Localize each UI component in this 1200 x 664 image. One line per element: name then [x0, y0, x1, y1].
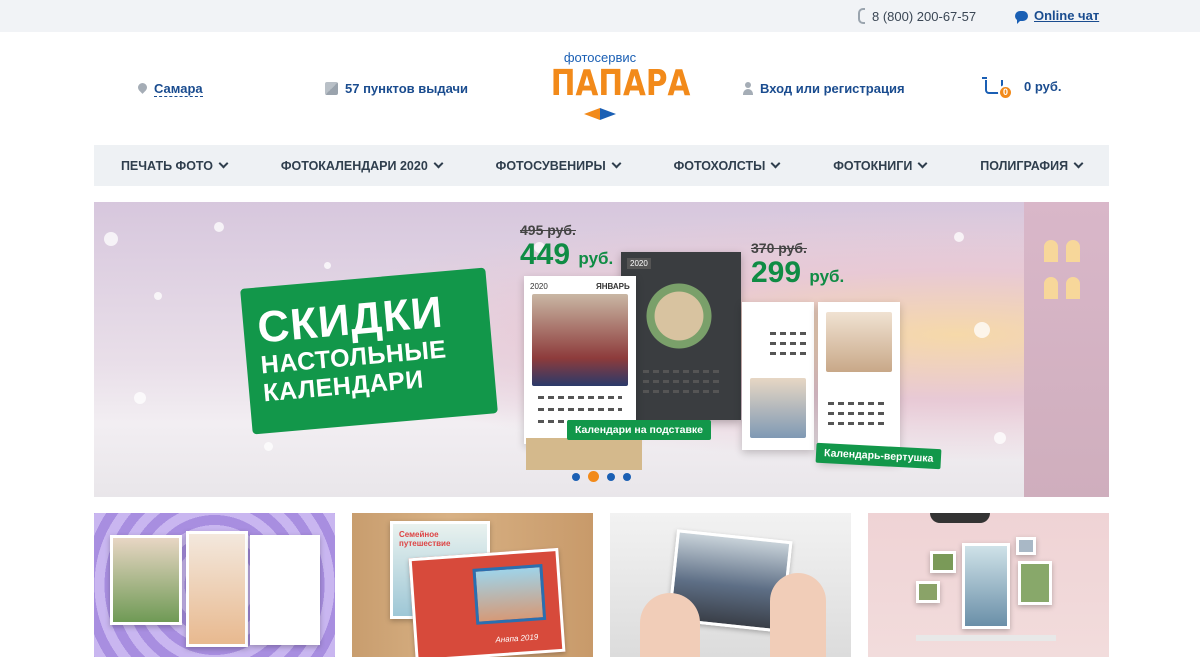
pickup-points-label: 57 пунктов выдачи [345, 81, 469, 96]
nav-label: ФОТОХОЛСТЫ [673, 158, 766, 173]
nav-item-calendars[interactable]: ФОТОКАЛЕНДАРИ 2020 [280, 158, 444, 173]
nav-label: ФОТОСУВЕНИРЫ [495, 158, 606, 173]
promo-label: СКИДКИ НАСТОЛЬНЫЕ КАЛЕНДАРИ [240, 267, 498, 435]
slider-dot[interactable] [607, 472, 615, 481]
nav-item-photobooks[interactable]: ФОТОКНИГИ [833, 158, 928, 173]
login-label: Вход или регистрация [760, 81, 905, 96]
logo[interactable]: фотосервис ПАПАРА [540, 50, 691, 120]
cart-button[interactable]: 0 0 руб. [982, 76, 1062, 100]
nav-label: ФОТОКАЛЕНДАРИ 2020 [280, 158, 428, 173]
slider-dot[interactable] [572, 472, 580, 481]
login-link[interactable]: Вход или регистрация [743, 81, 905, 96]
offer1-price: 495 руб. 449 руб. [520, 222, 613, 272]
chevron-down-icon [1073, 158, 1084, 169]
nav-label: ПЕЧАТЬ ФОТО [120, 158, 213, 173]
offer2-old-price: 370 руб. [751, 240, 807, 256]
photobook-subtitle: Анапа 2019 [495, 632, 539, 645]
slider-dot[interactable] [623, 472, 631, 481]
category-card-photo-print[interactable] [610, 513, 851, 657]
offer2-new-price: 299 [751, 256, 802, 289]
location-pin-icon [138, 83, 147, 95]
city-label: Самара [154, 81, 203, 97]
logo-name: ПАПАРА [550, 63, 691, 104]
flip-calendar-left [742, 302, 814, 450]
chevron-down-icon [770, 158, 781, 169]
chat-icon [1015, 10, 1028, 24]
online-chat-label: Online чат [1034, 8, 1100, 23]
offer1-new-price: 449 [520, 238, 571, 271]
flip-calendar-right [818, 302, 900, 462]
cart-icon: 0 [982, 76, 1013, 100]
slider-dot-active[interactable] [588, 471, 599, 482]
online-chat-link[interactable]: Online чат [1015, 8, 1100, 24]
category-card-canvases[interactable] [868, 513, 1109, 657]
house-decoration [1024, 202, 1109, 497]
nav-item-souvenirs[interactable]: ФОТОСУВЕНИРЫ [495, 158, 622, 173]
chevron-down-icon [917, 158, 928, 169]
offer2-label: Календарь-вертушка [815, 442, 942, 470]
phone-link[interactable]: 8 (800) 200-67-57 [858, 8, 976, 24]
offer1-old-price: 495 руб. [520, 222, 576, 238]
nav-label: ФОТОКНИГИ [833, 158, 913, 173]
offer1-label: Календари на подставке [567, 420, 711, 440]
chevron-down-icon [433, 158, 444, 169]
promo-banner[interactable]: СКИДКИ НАСТОЛЬНЫЕ КАЛЕНДАРИ 495 руб. 449… [94, 202, 1109, 497]
calendar-year: 2020 [627, 258, 651, 269]
main-nav: ПЕЧАТЬ ФОТО ФОТОКАЛЕНДАРИ 2020 ФОТОСУВЕН… [94, 145, 1109, 186]
offer1-currency: руб. [578, 249, 614, 268]
phone-number: 8 (800) 200-67-57 [872, 8, 977, 24]
offer2-price: 370 руб. 299 руб. [751, 240, 844, 290]
pickup-points-link[interactable]: 57 пунктов выдачи [325, 81, 468, 96]
offer2-currency: руб. [809, 267, 845, 286]
chevron-down-icon [218, 158, 229, 169]
calendar-dark: 2020 [621, 252, 741, 420]
nav-item-photo-print[interactable]: ПЕЧАТЬ ФОТО [120, 158, 229, 173]
category-card-calendars[interactable] [94, 513, 335, 657]
cart-count-badge: 0 [998, 84, 1013, 100]
nav-label: ПОЛИГРАФИЯ [980, 158, 1069, 173]
chevron-down-icon [611, 158, 622, 169]
calendar-photo: 2020 ЯНВАРЬ [524, 276, 636, 444]
nav-item-canvases[interactable]: ФОТОХОЛСТЫ [673, 158, 781, 173]
category-card-photobooks[interactable]: Семейное путешествие Анапа 2019 [352, 513, 593, 657]
month-label: ЯНВАРЬ [596, 282, 630, 291]
cart-total: 0 руб. [1024, 79, 1062, 94]
nav-item-printing[interactable]: ПОЛИГРАФИЯ [980, 158, 1084, 173]
user-icon [743, 82, 753, 95]
photobook-title: Семейное путешествие [399, 530, 451, 548]
top-bar: 8 (800) 200-67-57 Online чат [0, 0, 1200, 32]
phone-icon [858, 8, 865, 24]
city-selector[interactable]: Самара [138, 81, 203, 97]
box-icon [325, 82, 338, 95]
bow-tie-icon [582, 108, 618, 120]
slider-dots [572, 471, 631, 482]
calendar-stand [526, 438, 642, 470]
